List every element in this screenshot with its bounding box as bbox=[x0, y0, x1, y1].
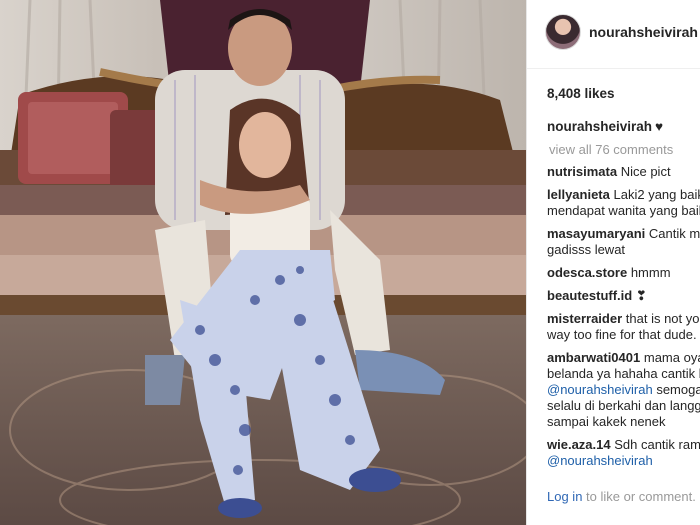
comment-text: semoga bbox=[652, 382, 700, 397]
comment-line: nutrisimata Nice pict bbox=[547, 164, 700, 180]
comment-mention[interactable]: @nourahsheivirah bbox=[547, 382, 653, 397]
comment-text: mama oya bbox=[643, 350, 700, 365]
login-prompt-text: to like or comment. bbox=[582, 489, 696, 504]
comment-text: sampai kakek nenek bbox=[547, 414, 666, 429]
comment-text: Sdh cantik rama bbox=[614, 437, 700, 452]
comment-item: wie.aza.14 Sdh cantik rama @nourahsheivir… bbox=[547, 437, 700, 469]
comment-line: belanda ya hahaha cantik b bbox=[547, 366, 700, 382]
avatar[interactable] bbox=[545, 14, 581, 50]
comment-item: ambarwati0401 mama oya belanda ya hahaha … bbox=[547, 350, 700, 430]
comment-text: belanda ya hahaha cantik b bbox=[547, 366, 700, 381]
comment-line: @nourahsheivirah bbox=[547, 453, 700, 469]
comment-item: beautestuff.id ❣ bbox=[547, 288, 700, 304]
comment-line: odesca.store hmmm bbox=[547, 265, 700, 281]
comment-line: mendapat wanita yang baik bbox=[547, 203, 700, 219]
login-prompt: Log in to like or comment. bbox=[547, 489, 696, 504]
comment-username[interactable]: misterraider bbox=[547, 311, 622, 326]
comment-mention[interactable]: @nourahsheivirah bbox=[547, 453, 653, 468]
comment-line: gadisss lewat bbox=[547, 242, 700, 258]
comment-text: Laki2 yang baik bbox=[613, 187, 700, 202]
caption-username[interactable]: nourahsheivirah bbox=[547, 119, 652, 134]
comment-username[interactable]: nutrisimata bbox=[547, 164, 617, 179]
comment-text: that is not you bbox=[625, 311, 700, 326]
comment-line: way too fine for that dude. bbox=[547, 327, 700, 343]
login-link[interactable]: Log in bbox=[547, 489, 582, 504]
comment-item: misterraider that is not you way too fine… bbox=[547, 311, 700, 343]
comment-text: selalu di berkahi dan langg bbox=[547, 398, 700, 413]
photo-image bbox=[0, 0, 526, 525]
post-photo[interactable] bbox=[0, 0, 526, 525]
comment-line: lellyanieta Laki2 yang baik bbox=[547, 187, 700, 203]
comment-line: masayumaryani Cantik ma bbox=[547, 226, 700, 242]
comment-line: wie.aza.14 Sdh cantik rama bbox=[547, 437, 700, 453]
comment-item: nutrisimata Nice pict bbox=[547, 164, 700, 180]
comment-line: misterraider that is not you bbox=[547, 311, 700, 327]
post-header: nourahsheivirah bbox=[527, 0, 700, 69]
caption: nourahsheivirah ♥ bbox=[547, 119, 663, 134]
comment-text: mendapat wanita yang baik bbox=[547, 203, 700, 218]
comment-text: way too fine for that dude. bbox=[547, 327, 697, 342]
comment-text: Cantik ma bbox=[648, 226, 700, 241]
comment-text: ❣ bbox=[635, 288, 647, 303]
view-all-comments-link[interactable]: view all 76 comments bbox=[549, 142, 673, 157]
comments-list: nutrisimata Nice pict lellyanieta Laki2 y… bbox=[547, 164, 700, 476]
comment-line: selalu di berkahi dan langg bbox=[547, 398, 700, 414]
comment-line: sampai kakek nenek bbox=[547, 414, 700, 430]
comment-username[interactable]: wie.aza.14 bbox=[547, 437, 611, 452]
comment-text: gadisss lewat bbox=[547, 242, 626, 257]
comment-username[interactable]: lellyanieta bbox=[547, 187, 610, 202]
comment-item: lellyanieta Laki2 yang baik mendapat wani… bbox=[547, 187, 700, 219]
likes-count[interactable]: 8,408 likes bbox=[547, 86, 615, 101]
username-link[interactable]: nourahsheivirah bbox=[589, 24, 698, 40]
comment-line: ambarwati0401 mama oya bbox=[547, 350, 700, 366]
comment-username[interactable]: masayumaryani bbox=[547, 226, 645, 241]
comment-text: Nice pict bbox=[620, 164, 671, 179]
heart-emoji: ♥ bbox=[655, 119, 664, 134]
comment-line: @nourahsheivirah semoga bbox=[547, 382, 700, 398]
comment-item: odesca.store hmmm bbox=[547, 265, 700, 281]
comment-line: beautestuff.id ❣ bbox=[547, 288, 700, 304]
comment-username[interactable]: ambarwati0401 bbox=[547, 350, 640, 365]
post-sidebar: nourahsheivirah 8,408 likes nourahsheivi… bbox=[526, 0, 700, 525]
comment-item: masayumaryani Cantik magadisss lewat bbox=[547, 226, 700, 258]
comment-text: hmmm bbox=[630, 265, 671, 280]
comment-username[interactable]: odesca.store bbox=[547, 265, 627, 280]
comment-username[interactable]: beautestuff.id bbox=[547, 288, 632, 303]
